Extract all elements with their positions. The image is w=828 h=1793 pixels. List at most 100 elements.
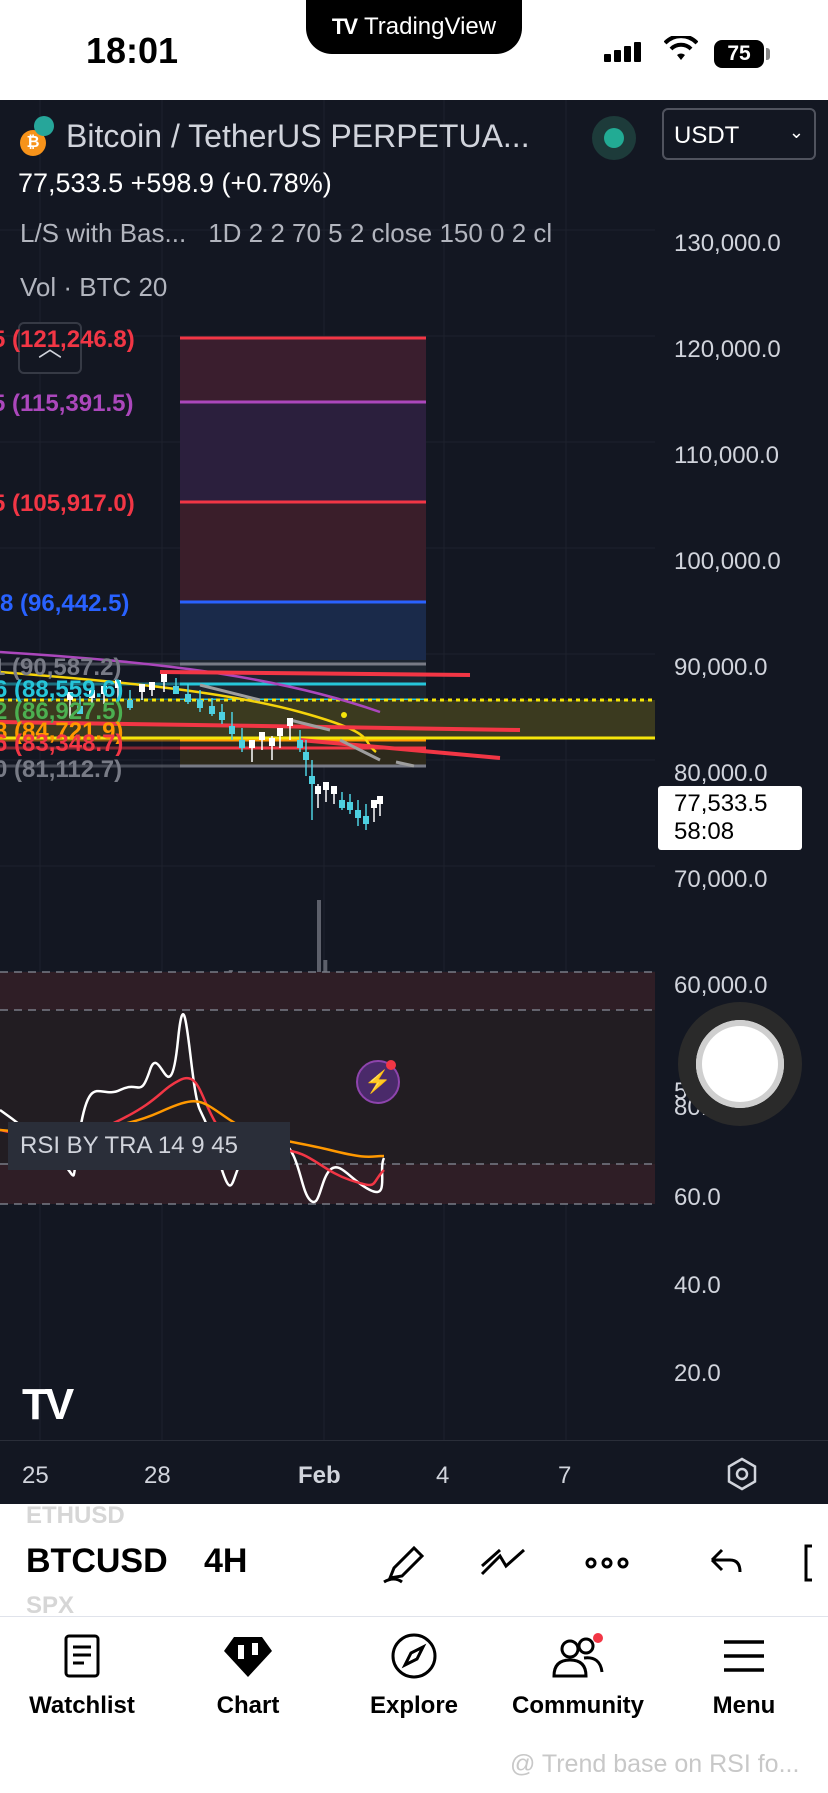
market-status-icon[interactable]	[592, 116, 636, 160]
price-axis-label: 110,000.0	[674, 442, 779, 469]
fib-zone	[180, 502, 426, 602]
candle-body	[209, 706, 215, 714]
time-axis-label: 4	[436, 1462, 450, 1489]
undo-icon[interactable]	[700, 1540, 750, 1586]
nav-watchlist[interactable]: Watchlist	[2, 1626, 162, 1720]
battery-nub	[766, 48, 770, 60]
rsi-overbought-zone	[0, 972, 655, 1010]
candle-body	[303, 752, 309, 760]
nav-community[interactable]: Community	[498, 1626, 658, 1720]
candle-body	[277, 728, 283, 736]
indicator-params: 1D 2 2 70 5 2 close 150 0 2 cl	[208, 218, 553, 248]
symbol-title[interactable]: Bitcoin / TetherUS PERPETUA...	[66, 118, 530, 155]
candle-body	[315, 786, 321, 794]
fib-level-label: 6 (83,348.7)	[0, 730, 124, 757]
current-price-label: 77,533.5 58:08	[658, 786, 802, 850]
nav-label: Watchlist	[29, 1692, 135, 1719]
compass-icon	[334, 1626, 494, 1686]
candle-body	[347, 802, 353, 810]
candle-body	[173, 686, 179, 694]
symbol-current[interactable]: BTCUSD	[26, 1542, 168, 1581]
tradingview-logo-icon: TV	[331, 14, 358, 39]
app-pill: TV TradingView	[306, 0, 522, 54]
candle-body	[219, 712, 225, 720]
candle-body	[161, 674, 167, 682]
candle-body	[309, 776, 315, 784]
nav-explore[interactable]: Explore	[334, 1626, 494, 1720]
time-axis[interactable]	[0, 1440, 828, 1505]
source-watermark: @ Trend base on RSI fo...	[510, 1750, 800, 1778]
app-pill-label: TradingView	[364, 13, 497, 40]
candle-body	[355, 810, 361, 818]
community-icon	[498, 1626, 658, 1686]
price-axis-label: 120,000.0	[674, 336, 781, 363]
current-price: 77,533.5	[674, 790, 768, 817]
tradingview-watermark-icon: TV	[22, 1380, 74, 1429]
bar-countdown: 58:08	[674, 818, 735, 845]
indicator-legend[interactable]: L/S with Bas... 1D 2 2 70 5 2 close 150 0…	[20, 218, 645, 249]
more-icon[interactable]	[582, 1540, 632, 1586]
time-axis-label: 25	[22, 1462, 49, 1489]
candle-body	[363, 816, 369, 824]
chevron-down-icon: ⌄	[788, 122, 804, 142]
last-price: 77,533.5	[18, 168, 124, 198]
candle-body	[185, 694, 191, 702]
menu-icon	[664, 1626, 824, 1686]
fib-level-label: 0 (81,112.7)	[0, 756, 123, 783]
price-axis-label: 60,000.0	[674, 972, 768, 999]
candle-body	[297, 740, 303, 748]
fib-level-label: 5 (105,917.0)	[0, 490, 135, 517]
candle-body	[331, 786, 337, 794]
nav-label: Chart	[216, 1692, 280, 1719]
candle-body	[269, 738, 275, 746]
nav-label: Community	[512, 1692, 644, 1719]
candle-body	[127, 700, 133, 708]
cellular-signal-icon	[604, 42, 644, 62]
price-axis-label: 70,000.0	[674, 866, 768, 893]
trendline-tool-icon[interactable]	[478, 1540, 528, 1586]
fib-zone	[180, 338, 426, 402]
clock: 18:01	[86, 30, 179, 71]
price-change: +598.9 (+0.78%)	[130, 168, 332, 198]
rsi-axis-label: 40.0	[674, 1272, 721, 1299]
fib-level-label: 5 (115,391.5)	[0, 390, 134, 417]
currency-select[interactable]: USDT ⌄	[662, 108, 816, 160]
price-axis-label: 80,000.0	[674, 760, 768, 787]
price-legend: 77,533.5 +598.9 (+0.78%)	[18, 168, 332, 199]
nav-label: Menu	[712, 1692, 776, 1719]
candle-body	[239, 740, 245, 748]
price-axis-label: 100,000.0	[674, 548, 781, 575]
fib-level-label: 5 (121,246.8)	[0, 326, 135, 353]
wifi-icon	[663, 34, 699, 70]
pencil-icon[interactable]	[380, 1540, 430, 1586]
candle-body	[197, 700, 203, 708]
nav-chart[interactable]: Chart	[168, 1626, 328, 1720]
interval-button[interactable]: 4H	[204, 1542, 247, 1581]
time-axis-label: 7	[558, 1462, 572, 1489]
battery-icon: 75	[714, 40, 764, 68]
perpetual-badge-icon	[34, 116, 54, 136]
fib-level-label: 8 (96,442.5)	[0, 590, 130, 617]
watchlist-icon	[2, 1626, 162, 1686]
fib-zone	[180, 402, 426, 502]
chart-settings-icon[interactable]	[724, 1456, 760, 1492]
rsi-axis-label: 60.0	[674, 1184, 721, 1211]
rsi-axis-label: 20.0	[674, 1360, 721, 1387]
rsi-legend[interactable]: RSI BY TRA 14 9 45	[8, 1122, 290, 1170]
fullscreen-icon[interactable]	[800, 1540, 828, 1586]
candle-body	[259, 732, 265, 740]
candle-body	[371, 800, 377, 808]
currency-value: USDT	[674, 122, 740, 149]
chart-icon	[168, 1626, 328, 1686]
candle-body	[229, 726, 235, 734]
screen-record-button[interactable]	[678, 1002, 802, 1126]
candle-body	[323, 782, 329, 790]
time-axis-label: 28	[144, 1462, 171, 1489]
fib-zone	[180, 602, 426, 660]
symbol-prev[interactable]: ETHUSD	[26, 1502, 125, 1530]
volume-legend[interactable]: Vol · BTC 20	[20, 272, 167, 303]
candle-body	[149, 682, 155, 690]
nav-menu[interactable]: Menu	[664, 1626, 824, 1720]
time-axis-label: Feb	[298, 1462, 341, 1489]
candle-body	[287, 718, 293, 726]
